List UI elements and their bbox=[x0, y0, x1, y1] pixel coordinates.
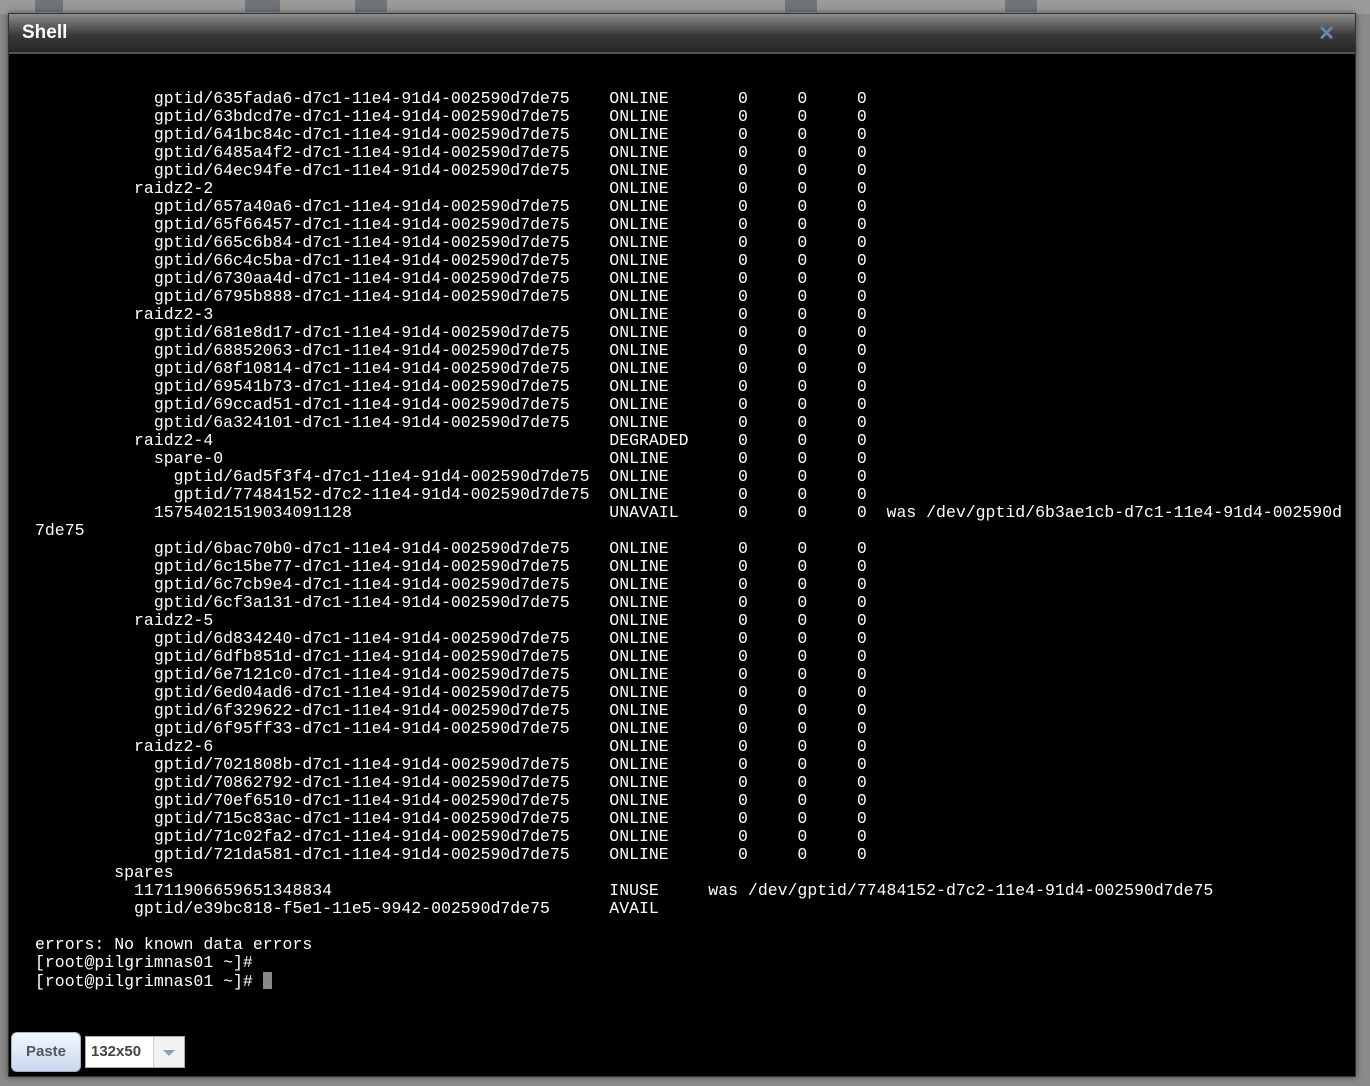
terminal-line: gptid/68f10814-d7c1-11e4-91d4-002590d7de… bbox=[35, 359, 867, 378]
dialog-titlebar[interactable]: Shell ✕ bbox=[9, 14, 1355, 54]
terminal-output[interactable]: gptid/635fada6-d7c1-11e4-91d4-002590d7de… bbox=[35, 90, 1345, 1020]
terminal-line: gptid/6d834240-d7c1-11e4-91d4-002590d7de… bbox=[35, 629, 867, 648]
terminal-line: 11711906659651348834 INUSE was /dev/gpti… bbox=[35, 881, 1214, 900]
terminal-line: raidz2-6 ONLINE 0 0 0 bbox=[35, 737, 867, 756]
terminal-line: gptid/6a324101-d7c1-11e4-91d4-002590d7de… bbox=[35, 413, 867, 432]
background-icon bbox=[785, 0, 817, 12]
terminal-line: gptid/68852063-d7c1-11e4-91d4-002590d7de… bbox=[35, 341, 867, 360]
background-icon bbox=[355, 0, 387, 12]
shell-dialog: Shell ✕ gptid/635fada6-d7c1-11e4-91d4-00… bbox=[8, 13, 1356, 1077]
terminal-line: raidz2-3 ONLINE 0 0 0 bbox=[35, 305, 867, 324]
terminal-line: 7de75 bbox=[35, 521, 85, 540]
terminal-line: gptid/63bdcd7e-d7c1-11e4-91d4-002590d7de… bbox=[35, 107, 867, 126]
terminal-line: gptid/641bc84c-d7c1-11e4-91d4-002590d7de… bbox=[35, 125, 867, 144]
terminal-line: gptid/6bac70b0-d7c1-11e4-91d4-002590d7de… bbox=[35, 539, 867, 558]
terminal-line: gptid/721da581-d7c1-11e4-91d4-002590d7de… bbox=[35, 845, 867, 864]
background-icon bbox=[1005, 0, 1037, 12]
terminal-line: 15754021519034091128 UNAVAIL 0 0 0 was /… bbox=[35, 503, 1343, 522]
terminal-line: gptid/665c6b84-d7c1-11e4-91d4-002590d7de… bbox=[35, 233, 867, 252]
terminal-line: gptid/6730aa4d-d7c1-11e4-91d4-002590d7de… bbox=[35, 269, 867, 288]
terminal-line: gptid/6e7121c0-d7c1-11e4-91d4-002590d7de… bbox=[35, 665, 867, 684]
terminal-line: gptid/6f95ff33-d7c1-11e4-91d4-002590d7de… bbox=[35, 719, 867, 738]
terminal-line: spare-0 ONLINE 0 0 0 bbox=[35, 449, 867, 468]
terminal-size-select[interactable]: 132x50 bbox=[85, 1036, 185, 1068]
close-icon[interactable]: ✕ bbox=[1318, 21, 1335, 46]
background-icon bbox=[245, 0, 280, 12]
terminal-line: gptid/715c83ac-d7c1-11e4-91d4-002590d7de… bbox=[35, 809, 867, 828]
terminal-line: gptid/69541b73-d7c1-11e4-91d4-002590d7de… bbox=[35, 377, 867, 396]
terminal-line: gptid/77484152-d7c2-11e4-91d4-002590d7de… bbox=[35, 485, 867, 504]
terminal-line: gptid/e39bc818-f5e1-11e5-9942-002590d7de… bbox=[35, 899, 659, 918]
terminal-line: raidz2-2 ONLINE 0 0 0 bbox=[35, 179, 867, 198]
terminal-line: [root@pilgrimnas01 ~]# bbox=[35, 953, 253, 972]
terminal-cursor bbox=[262, 972, 272, 989]
background-icon bbox=[35, 0, 63, 12]
terminal-line: gptid/635fada6-d7c1-11e4-91d4-002590d7de… bbox=[35, 89, 867, 108]
terminal-line: gptid/6cf3a131-d7c1-11e4-91d4-002590d7de… bbox=[35, 593, 867, 612]
terminal-line: gptid/7021808b-d7c1-11e4-91d4-002590d7de… bbox=[35, 755, 867, 774]
background-toolbar bbox=[0, 0, 1370, 14]
terminal-line: gptid/6795b888-d7c1-11e4-91d4-002590d7de… bbox=[35, 287, 867, 306]
terminal-line: gptid/66c4c5ba-d7c1-11e4-91d4-002590d7de… bbox=[35, 251, 867, 270]
terminal-line: spares bbox=[35, 863, 174, 882]
terminal-line: errors: No known data errors bbox=[35, 935, 313, 954]
terminal-line: gptid/6c15be77-d7c1-11e4-91d4-002590d7de… bbox=[35, 557, 867, 576]
terminal-line: gptid/65f66457-d7c1-11e4-91d4-002590d7de… bbox=[35, 215, 867, 234]
terminal-line: gptid/71c02fa2-d7c1-11e4-91d4-002590d7de… bbox=[35, 827, 867, 846]
terminal-line: gptid/64ec94fe-d7c1-11e4-91d4-002590d7de… bbox=[35, 161, 867, 180]
terminal-line: gptid/6f329622-d7c1-11e4-91d4-002590d7de… bbox=[35, 701, 867, 720]
terminal-line: raidz2-5 ONLINE 0 0 0 bbox=[35, 611, 867, 630]
terminal-line: gptid/681e8d17-d7c1-11e4-91d4-002590d7de… bbox=[35, 323, 867, 342]
terminal-size-value: 132x50 bbox=[91, 1043, 142, 1060]
terminal-line: gptid/6dfb851d-d7c1-11e4-91d4-002590d7de… bbox=[35, 647, 867, 666]
terminal-line: [root@pilgrimnas01 ~]# bbox=[35, 972, 1345, 991]
terminal-line: gptid/6c7cb9e4-d7c1-11e4-91d4-002590d7de… bbox=[35, 575, 867, 594]
terminal-line: gptid/657a40a6-d7c1-11e4-91d4-002590d7de… bbox=[35, 197, 867, 216]
chevron-down-icon[interactable] bbox=[153, 1037, 184, 1067]
terminal-line: raidz2-4 DEGRADED 0 0 0 bbox=[35, 431, 867, 450]
terminal-line: gptid/70ef6510-d7c1-11e4-91d4-002590d7de… bbox=[35, 791, 867, 810]
paste-button[interactable]: Paste bbox=[11, 1032, 81, 1072]
terminal-line: gptid/6485a4f2-d7c1-11e4-91d4-002590d7de… bbox=[35, 143, 867, 162]
terminal-line: gptid/6ad5f3f4-d7c1-11e4-91d4-002590d7de… bbox=[35, 467, 867, 486]
terminal-line: gptid/6ed04ad6-d7c1-11e4-91d4-002590d7de… bbox=[35, 683, 867, 702]
terminal-line: gptid/69ccad51-d7c1-11e4-91d4-002590d7de… bbox=[35, 395, 867, 414]
dialog-title: Shell bbox=[22, 22, 68, 43]
terminal-line: gptid/70862792-d7c1-11e4-91d4-002590d7de… bbox=[35, 773, 867, 792]
